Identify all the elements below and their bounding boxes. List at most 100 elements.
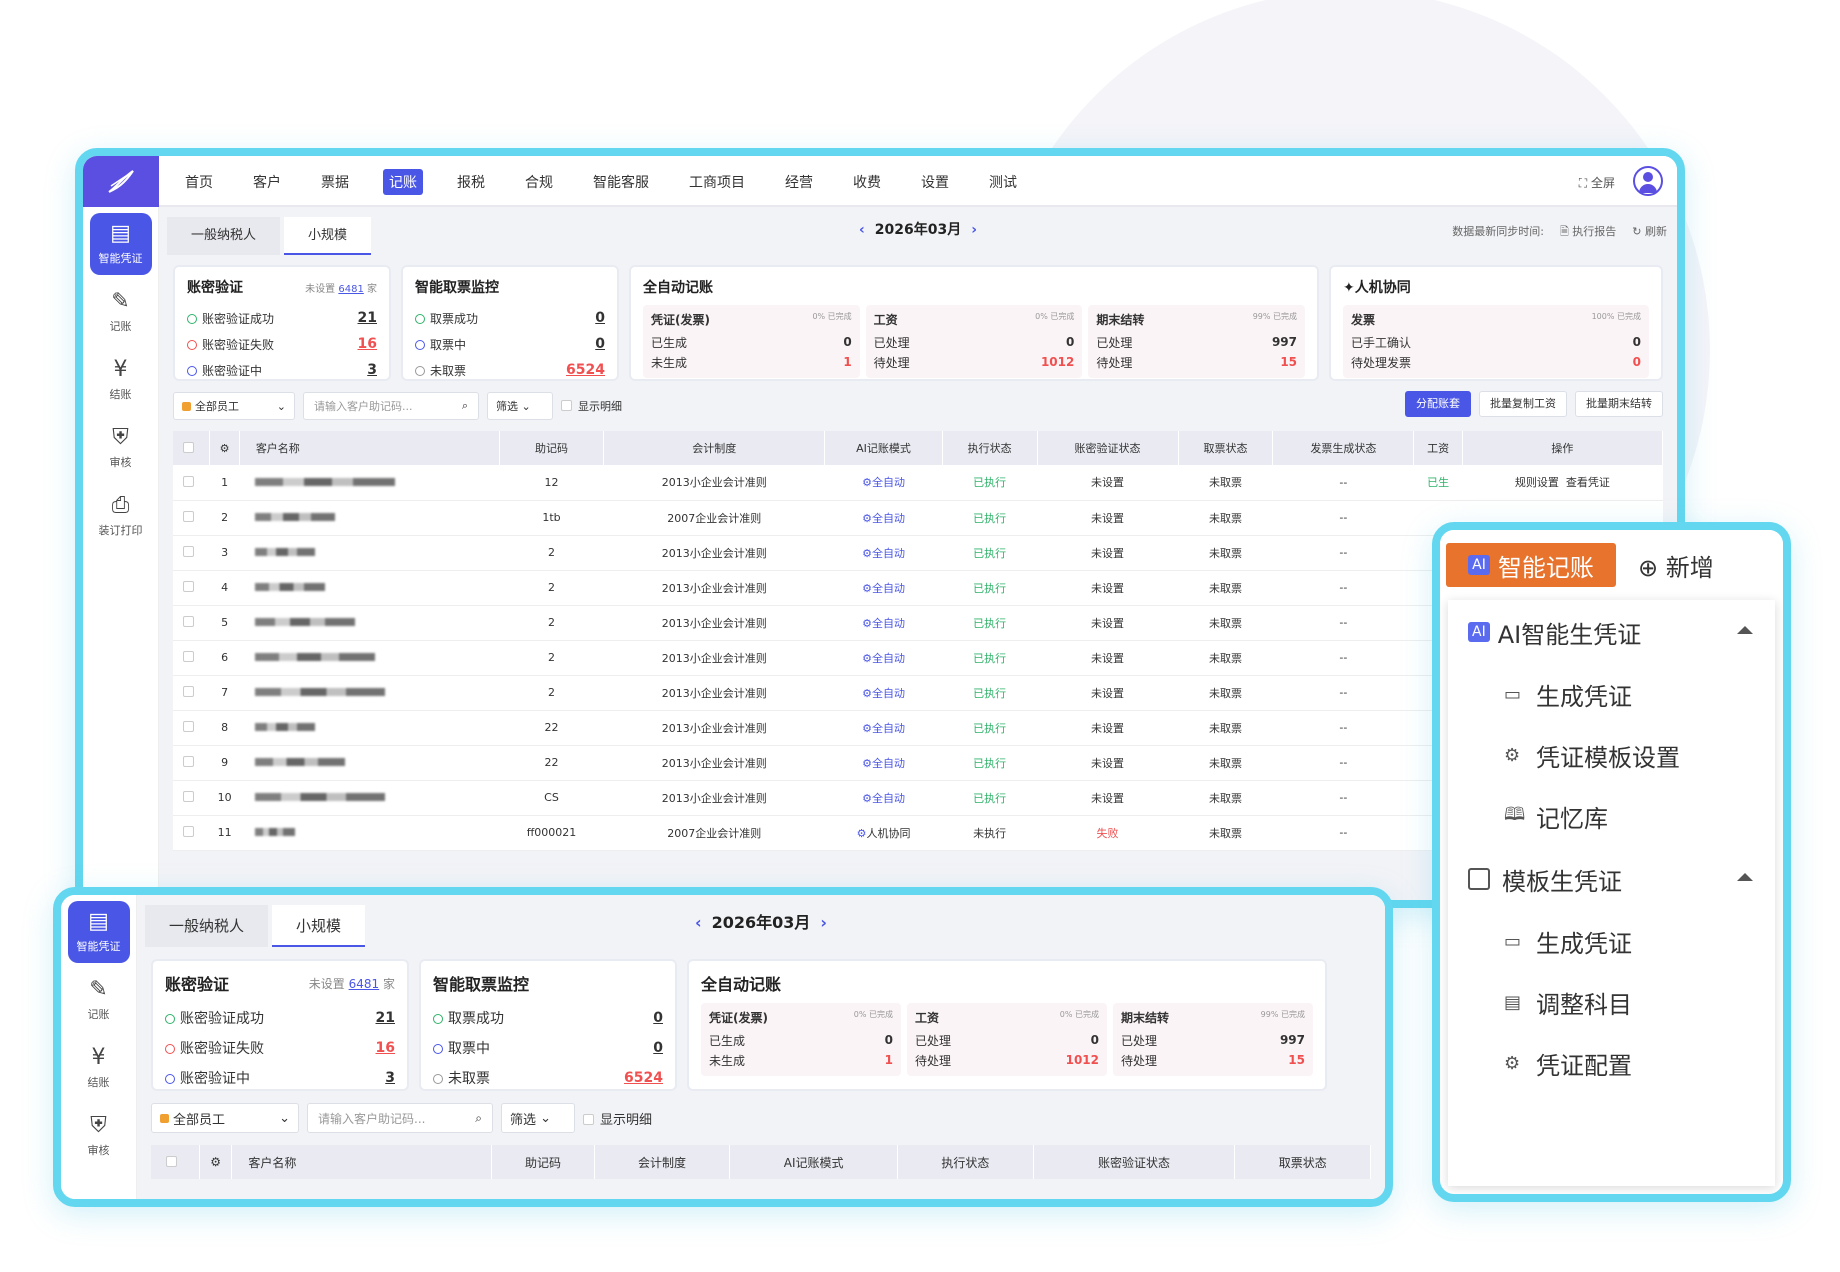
tab-general-taxpayer[interactable]: 一般纳税人 [145, 905, 269, 947]
table-row[interactable]: 1 12 2013小企业会计准则 ⚙全自动 已执行 未设置 未取票 -- 已生 规则设置 查看凭证 [173, 465, 1663, 501]
rule-settings-link[interactable]: 规则设置 [1515, 476, 1559, 489]
menu-item[interactable]: ▭ 生成凭证 [1448, 911, 1775, 972]
column-header[interactable]: AI记账模式 [824, 431, 943, 465]
staff-select[interactable]: 全部员工 ⌄ [173, 392, 295, 420]
verify-success-count[interactable]: 21 [376, 1010, 395, 1026]
sidebar-item-1[interactable]: ✎ 记账 [90, 281, 152, 343]
row-checkbox[interactable] [182, 756, 194, 767]
tab-general-taxpayer[interactable]: 一般纳税人 [167, 217, 281, 255]
filter-dropdown[interactable]: 筛选 ⌄ [501, 1103, 575, 1133]
select-all-checkbox[interactable] [151, 1145, 200, 1179]
row-checkbox[interactable] [182, 546, 194, 557]
row-checkbox[interactable] [182, 511, 194, 522]
ticket-pending-count[interactable]: 0 [653, 1040, 663, 1056]
sidebar-item-4[interactable]: ⎙ 装订打印 [90, 485, 152, 547]
prev-month-icon[interactable]: ‹ [695, 913, 702, 932]
column-header[interactable]: 账密验证状态 [1033, 1145, 1236, 1179]
settings-icon[interactable]: ⚙ [199, 1145, 233, 1179]
menu-item[interactable]: ⚙ 凭证模板设置 [1448, 725, 1775, 786]
column-header[interactable]: 会计制度 [603, 431, 826, 465]
column-header[interactable]: 执行状态 [942, 431, 1038, 465]
filter-dropdown[interactable]: 筛选 ⌄ [487, 392, 553, 420]
report-button[interactable]: 🗎 执行报告 [1560, 223, 1616, 242]
nav-item-2[interactable]: 票据 [315, 169, 355, 195]
sidebar-item-2[interactable]: ¥ 结账 [68, 1037, 130, 1099]
user-avatar[interactable] [1633, 166, 1663, 196]
menu-group-1[interactable]: 模板生凭证 [1448, 847, 1775, 911]
column-header[interactable]: 工资 [1413, 431, 1463, 465]
row-checkbox[interactable] [182, 721, 194, 732]
column-header[interactable]: 取票状态 [1178, 431, 1274, 465]
sidebar-item-0[interactable]: ▤ 智能凭证 [67, 901, 130, 963]
menu-item[interactable]: ▤ 调整科目 [1448, 972, 1775, 1033]
column-header[interactable]: 客户名称 [231, 1145, 493, 1179]
sidebar-item-0[interactable]: ▤ 智能凭证 [89, 213, 152, 275]
row-checkbox[interactable] [182, 475, 194, 487]
nav-item-0[interactable]: 首页 [179, 169, 219, 195]
nav-item-9[interactable]: 收费 [847, 169, 887, 195]
select-all-checkbox[interactable] [173, 431, 211, 465]
row-checkbox[interactable] [182, 791, 194, 802]
verify-fail-count[interactable]: 16 [376, 1040, 395, 1056]
sidebar-item-2[interactable]: ¥ 结账 [90, 349, 152, 411]
column-header[interactable]: 账密验证状态 [1037, 431, 1179, 465]
row-checkbox[interactable] [182, 826, 194, 837]
refresh-button[interactable]: ↻ 刷新 [1632, 223, 1667, 242]
row-checkbox[interactable] [182, 581, 194, 592]
batch-salary-button[interactable]: 批量复制工资 [1479, 391, 1567, 417]
nav-item-3[interactable]: 记账 [383, 168, 423, 195]
nav-item-11[interactable]: 测试 [983, 169, 1023, 195]
row-checkbox[interactable] [182, 651, 194, 662]
search-input[interactable]: 请输入客户助记码... ⌕ [307, 1103, 493, 1133]
column-header[interactable]: 操作 [1462, 431, 1664, 465]
app-logo[interactable] [83, 156, 159, 207]
view-voucher-link[interactable]: 查看凭证 [1566, 476, 1610, 489]
unset-count-link[interactable]: 6481 [338, 284, 363, 295]
sidebar-item-3[interactable]: ⛨ 审核 [90, 417, 152, 479]
column-header[interactable]: 助记码 [491, 1145, 595, 1179]
fullscreen-button[interactable]: ⛶ 全屏 [1579, 174, 1615, 191]
row-checkbox[interactable] [182, 686, 194, 697]
show-detail-checkbox[interactable]: 显示明细 [583, 1109, 652, 1128]
ticket-none-count[interactable]: 6524 [624, 1070, 663, 1086]
menu-item[interactable]: ▭ 生成凭证 [1448, 664, 1775, 725]
search-input[interactable]: 请输入客户助记码... ⌕ [303, 392, 479, 420]
menu-item[interactable]: 🕮 记忆库 [1448, 786, 1775, 847]
ticket-none-count[interactable]: 6524 [566, 362, 605, 378]
ticket-success-count[interactable]: 0 [595, 310, 605, 326]
ticket-pending-count[interactable]: 0 [595, 336, 605, 352]
nav-item-10[interactable]: 设置 [915, 169, 955, 195]
nav-item-6[interactable]: 智能客服 [587, 169, 655, 195]
smart-booking-button[interactable]: AI 智能记账 [1446, 543, 1616, 587]
nav-item-8[interactable]: 经营 [779, 169, 819, 195]
menu-item[interactable]: ⚙ 凭证配置 [1448, 1033, 1775, 1094]
nav-item-4[interactable]: 报税 [451, 169, 491, 195]
column-header[interactable]: 执行状态 [897, 1145, 1034, 1179]
column-header[interactable]: 发票生成状态 [1272, 431, 1415, 465]
settings-icon[interactable]: ⚙ [209, 431, 240, 465]
add-new-button[interactable]: ⊕ 新增 [1638, 548, 1714, 583]
staff-select[interactable]: 全部员工 ⌄ [151, 1103, 299, 1133]
nav-item-7[interactable]: 工商项目 [683, 169, 751, 195]
column-header[interactable]: 助记码 [499, 431, 605, 465]
tab-small-scale[interactable]: 小规模 [272, 905, 366, 947]
column-header[interactable]: 客户名称 [239, 431, 500, 465]
verify-pending-count[interactable]: 3 [367, 362, 377, 378]
tab-small-scale[interactable]: 小规模 [284, 217, 372, 255]
verify-success-count[interactable]: 21 [358, 310, 377, 326]
next-month-icon[interactable]: › [820, 913, 827, 932]
column-header[interactable]: 会计制度 [594, 1145, 731, 1179]
menu-group-0[interactable]: AI AI智能生凭证 [1448, 600, 1775, 664]
row-checkbox[interactable] [182, 616, 194, 627]
ticket-success-count[interactable]: 0 [653, 1010, 663, 1026]
column-header[interactable]: 取票状态 [1234, 1145, 1371, 1179]
assign-button[interactable]: 分配账套 [1405, 391, 1471, 417]
verify-pending-count[interactable]: 3 [385, 1070, 395, 1086]
show-detail-checkbox[interactable]: 显示明细 [561, 398, 622, 414]
sidebar-item-1[interactable]: ✎ 记账 [68, 969, 130, 1031]
next-month-icon[interactable]: › [971, 222, 977, 238]
verify-fail-count[interactable]: 16 [358, 336, 377, 352]
batch-close-button[interactable]: 批量期末结转 [1575, 391, 1663, 417]
column-header[interactable]: AI记账模式 [729, 1145, 899, 1179]
nav-item-1[interactable]: 客户 [247, 169, 287, 195]
